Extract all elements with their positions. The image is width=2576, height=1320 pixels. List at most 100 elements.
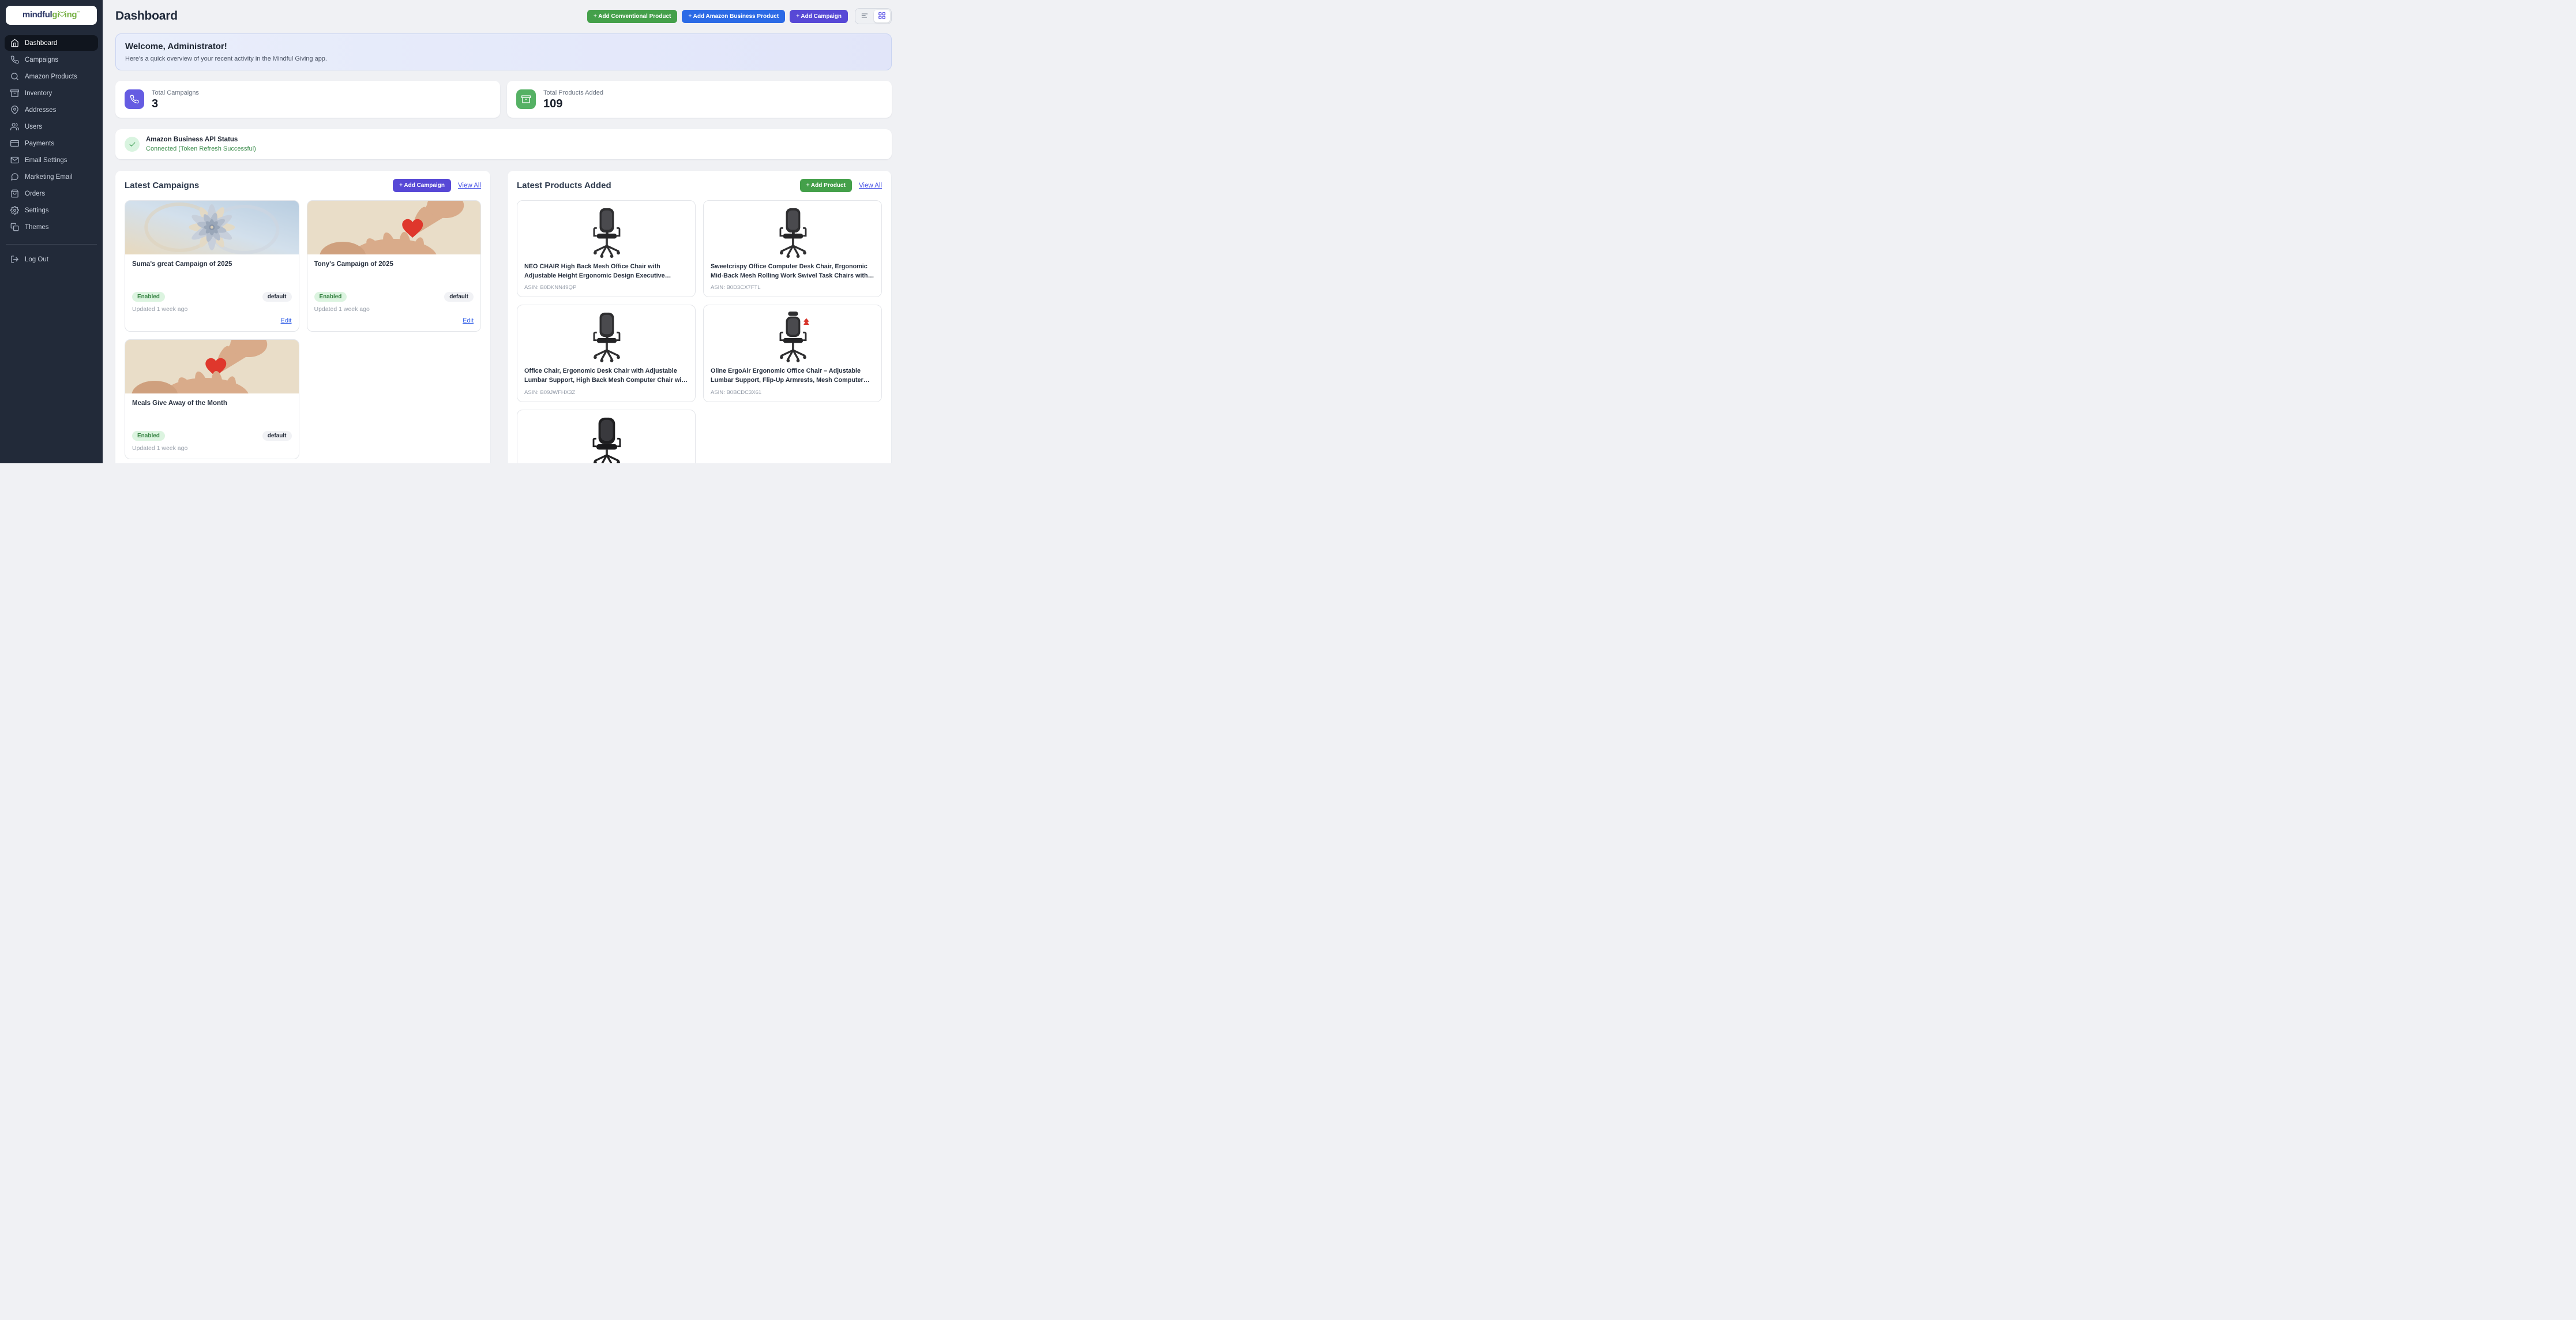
campaign-title: Tony's Campaign of 2025 bbox=[314, 261, 474, 268]
product-card-sweetcrispy[interactable]: Sweetcrispy Office Computer Desk Chair, … bbox=[703, 200, 882, 297]
mindful-giving-logo[interactable]: mindfulgiing™ bbox=[6, 6, 97, 25]
campaign-badges: Enabled default bbox=[132, 431, 292, 441]
campaign-title: Meals Give Away of the Month bbox=[132, 400, 292, 407]
sidebar-item-amazon-products[interactable]: Amazon Products bbox=[5, 69, 98, 84]
mail-icon bbox=[10, 156, 19, 164]
product-image-executive-chair bbox=[524, 416, 688, 463]
status-badge: Enabled bbox=[132, 292, 165, 302]
campaign-card-meals[interactable]: Meals Give Away of the Month Enabled def… bbox=[125, 339, 299, 459]
grid-icon bbox=[878, 12, 886, 21]
users-icon bbox=[10, 122, 19, 131]
add-campaign-button[interactable]: + Add Campaign bbox=[790, 10, 848, 23]
panel-add-product-button[interactable]: + Add Product bbox=[800, 179, 852, 192]
check-icon bbox=[125, 137, 140, 152]
campaign-edit-link[interactable]: Edit bbox=[281, 317, 292, 324]
status-badge: Enabled bbox=[132, 431, 165, 441]
campaign-updated: Updated 1 week ago bbox=[314, 306, 474, 313]
add-amazon-business-product-button[interactable]: + Add Amazon Business Product bbox=[682, 10, 785, 23]
sidebar-item-label: Log Out bbox=[25, 256, 48, 263]
campaign-card-body: Tony's Campaign of 2025 Enabled default … bbox=[307, 254, 481, 331]
product-image-office-chair bbox=[711, 311, 874, 363]
sidebar-item-campaigns[interactable]: Campaigns bbox=[5, 52, 98, 68]
tag-badge: default bbox=[444, 292, 474, 302]
sidebar-item-label: Dashboard bbox=[25, 40, 57, 47]
list-view-button[interactable] bbox=[857, 10, 873, 22]
sidebar-item-email-settings[interactable]: Email Settings bbox=[5, 152, 98, 168]
campaign-badges: Enabled default bbox=[314, 292, 474, 302]
campaign-title: Suma's great Campaign of 2025 bbox=[132, 261, 292, 268]
product-card-oline-ergoair[interactable]: Oline ErgoAir Ergonomic Office Chair – A… bbox=[703, 305, 882, 402]
sidebar-item-orders[interactable]: Orders bbox=[5, 186, 98, 201]
credit-card-icon bbox=[10, 139, 19, 148]
product-asin: ASIN: B09JWFHX3Z bbox=[524, 389, 688, 396]
campaign-image-flower bbox=[125, 201, 299, 254]
product-card-neo-chair[interactable]: NEO CHAIR High Back Mesh Office Chair wi… bbox=[517, 200, 696, 297]
sidebar-item-label: Users bbox=[25, 123, 42, 130]
product-title: NEO CHAIR High Back Mesh Office Chair wi… bbox=[524, 262, 688, 280]
logo-tm: ™ bbox=[77, 12, 80, 15]
welcome-title: Welcome, Administrator! bbox=[125, 42, 882, 51]
sidebar-item-inventory[interactable]: Inventory bbox=[5, 85, 98, 101]
topbar: Dashboard + Add Conventional Product + A… bbox=[115, 8, 892, 24]
products-panel-head: Latest Products Added + Add Product View… bbox=[517, 179, 882, 192]
product-image-office-chair bbox=[524, 311, 688, 363]
logout-icon bbox=[10, 255, 19, 264]
home-icon bbox=[10, 39, 19, 47]
sidebar-item-settings[interactable]: Settings bbox=[5, 202, 98, 218]
campaign-updated: Updated 1 week ago bbox=[132, 445, 292, 452]
sidebar-divider bbox=[6, 244, 97, 245]
campaign-badges: Enabled default bbox=[132, 292, 292, 302]
campaigns-panel-head: Latest Campaigns + Add Campaign View All bbox=[125, 179, 481, 192]
themes-icon bbox=[10, 223, 19, 231]
shopping-bag-icon bbox=[10, 189, 19, 198]
sidebar-item-marketing-email[interactable]: Marketing Email bbox=[5, 169, 98, 185]
panels-row: Latest Campaigns + Add Campaign View All bbox=[115, 171, 892, 463]
sidebar-item-label: Settings bbox=[25, 207, 49, 214]
campaign-image-heart-hands bbox=[307, 201, 481, 254]
products-grid: NEO CHAIR High Back Mesh Office Chair wi… bbox=[517, 200, 882, 463]
sidebar-item-dashboard[interactable]: Dashboard bbox=[5, 35, 98, 51]
campaign-image-heart-hands bbox=[125, 340, 299, 393]
stat-value: 109 bbox=[543, 98, 603, 110]
product-card-furmax[interactable]: Furmax Office Executive Chair High Back … bbox=[517, 410, 696, 463]
message-circle-icon bbox=[10, 172, 19, 181]
welcome-banner: Welcome, Administrator! Here's a quick o… bbox=[115, 33, 892, 70]
page-title: Dashboard bbox=[115, 9, 178, 23]
search-icon bbox=[10, 72, 19, 81]
tag-badge: default bbox=[262, 431, 292, 441]
add-conventional-product-button[interactable]: + Add Conventional Product bbox=[587, 10, 677, 23]
total-campaigns-card: Total Campaigns 3 bbox=[115, 81, 500, 118]
sidebar-item-label: Campaigns bbox=[25, 57, 58, 63]
product-asin: ASIN: B0BCDC3X61 bbox=[711, 389, 874, 396]
sidebar-item-payments[interactable]: Payments bbox=[5, 136, 98, 151]
sidebar-item-users[interactable]: Users bbox=[5, 119, 98, 134]
sidebar-item-logout[interactable]: Log Out bbox=[5, 252, 98, 267]
sidebar-item-label: Amazon Products bbox=[25, 73, 77, 80]
campaigns-view-all-link[interactable]: View All bbox=[458, 182, 481, 189]
total-products-card: Total Products Added 109 bbox=[507, 81, 892, 118]
campaigns-phone-icon bbox=[125, 89, 144, 109]
tag-badge: default bbox=[262, 292, 292, 302]
product-card-office-chair[interactable]: Office Chair, Ergonomic Desk Chair with … bbox=[517, 305, 696, 402]
sidebar-item-label: Payments bbox=[25, 140, 54, 147]
campaign-updated: Updated 1 week ago bbox=[132, 306, 292, 313]
sidebar-item-addresses[interactable]: Addresses bbox=[5, 102, 98, 118]
campaigns-head-actions: + Add Campaign View All bbox=[393, 179, 481, 192]
grid-view-button[interactable] bbox=[874, 10, 890, 22]
campaign-card-tony[interactable]: Tony's Campaign of 2025 Enabled default … bbox=[307, 200, 482, 332]
main-content: Dashboard + Add Conventional Product + A… bbox=[103, 0, 904, 463]
sidebar-item-themes[interactable]: Themes bbox=[5, 219, 98, 235]
products-view-all-link[interactable]: View All bbox=[859, 182, 882, 189]
product-asin: ASIN: B0DKNN49QP bbox=[524, 284, 688, 291]
sidebar-item-label: Addresses bbox=[25, 107, 56, 114]
map-pin-icon bbox=[10, 106, 19, 114]
api-status-value: Connected (Token Refresh Successful) bbox=[146, 145, 256, 152]
campaign-card-suma[interactable]: Suma's great Campaign of 2025 Enabled de… bbox=[125, 200, 299, 332]
phone-icon bbox=[10, 55, 19, 64]
product-asin: ASIN: B0D3CX7FTL bbox=[711, 284, 874, 291]
campaign-edit-link[interactable]: Edit bbox=[463, 317, 474, 324]
latest-campaigns-panel: Latest Campaigns + Add Campaign View All bbox=[115, 171, 490, 463]
stat-value: 3 bbox=[152, 98, 199, 110]
panel-add-campaign-button[interactable]: + Add Campaign bbox=[393, 179, 451, 192]
stat-label: Total Campaigns bbox=[152, 89, 199, 96]
